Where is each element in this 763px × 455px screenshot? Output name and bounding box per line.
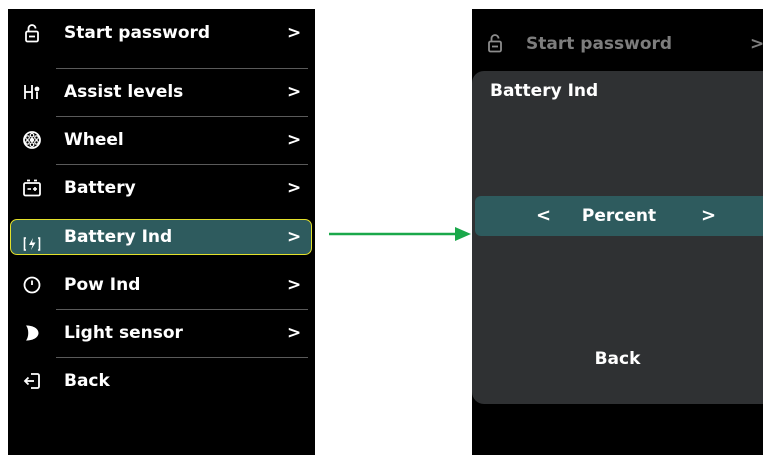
settings-menu-screen: Start password > Assist levels > Wheel > xyxy=(8,9,315,455)
menu-item-label: Battery xyxy=(64,178,136,198)
menu-item-start-password[interactable]: Start password > xyxy=(8,9,308,57)
menu-item-label: Start password xyxy=(64,23,211,43)
menu-item-battery[interactable]: Battery > xyxy=(8,164,308,212)
menu-item-label: Wheel xyxy=(64,130,124,150)
back-exit-icon xyxy=(23,373,40,389)
menu-item-label: Start password xyxy=(526,34,673,54)
menu-item-light-sensor[interactable]: Light sensor > xyxy=(8,309,308,357)
chevron-right-icon: > xyxy=(287,323,302,343)
selected-value: Percent xyxy=(581,206,657,226)
battery-ind-dialog: Battery Ind Percent < > Back xyxy=(472,71,763,404)
menu-item-pow-ind[interactable]: Pow Ind > xyxy=(8,261,308,309)
back-button[interactable]: Back xyxy=(472,349,763,369)
battery-ind-selector[interactable]: Percent < > xyxy=(475,196,763,236)
menu-item-back[interactable]: Back xyxy=(8,357,308,405)
wheel-icon xyxy=(23,131,41,149)
menu-item-wheel[interactable]: Wheel > xyxy=(8,116,308,164)
power-indicator-icon xyxy=(23,276,41,294)
lock-icon xyxy=(25,24,39,43)
dialog-title: Battery Ind xyxy=(490,81,599,101)
battery-icon xyxy=(23,179,41,197)
menu-item-assist-levels[interactable]: Assist levels > xyxy=(8,68,308,116)
battery-indicator-icon xyxy=(23,237,41,251)
menu-item-label: Battery Ind xyxy=(64,227,173,247)
next-option-button[interactable]: > xyxy=(701,196,716,236)
chevron-right-icon: > xyxy=(750,34,763,54)
lock-icon xyxy=(488,34,502,53)
previous-option-button[interactable]: < xyxy=(536,196,551,236)
menu-item-label: Assist levels xyxy=(64,82,184,102)
battery-ind-setting-screen: Start password > Battery Ind Percent < >… xyxy=(472,9,763,455)
menu-item-label: Pow Ind xyxy=(64,275,141,295)
chevron-right-icon: > xyxy=(287,82,302,102)
chevron-right-icon: > xyxy=(287,227,302,247)
chevron-right-icon: > xyxy=(287,23,302,43)
menu-item-label: Back xyxy=(64,371,110,391)
menu-item-label: Light sensor xyxy=(64,323,183,343)
assist-levels-icon xyxy=(24,85,40,99)
menu-item-battery-ind[interactable]: Battery Ind > xyxy=(8,217,312,265)
chevron-right-icon: > xyxy=(287,275,302,295)
light-sensor-icon xyxy=(26,325,39,341)
menu-item-start-password-dimmed: Start password > xyxy=(472,29,763,61)
chevron-right-icon: > xyxy=(287,178,302,198)
transition-arrow-icon xyxy=(329,227,471,241)
chevron-right-icon: > xyxy=(287,130,302,150)
